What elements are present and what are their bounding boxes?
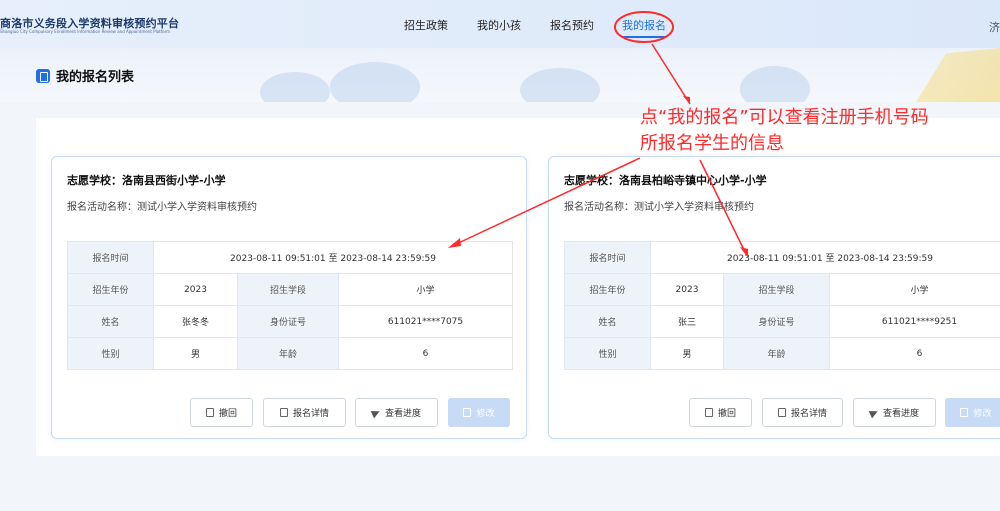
year-value: 2023 xyxy=(153,273,238,306)
detail-label: 报名详情 xyxy=(790,409,827,419)
withdraw-button[interactable]: 撤回 xyxy=(689,398,752,427)
stage-label: 招生学段 xyxy=(723,273,830,306)
card-school: 志愿学校：洛南县柏峪寺镇中心小学-小学 xyxy=(564,172,767,188)
registration-card: 志愿学校：洛南县柏峪寺镇中心小学-小学 报名活动名称：测试小学入学资料审核预约 … xyxy=(548,156,1000,439)
school-prefix: 志愿学校： xyxy=(564,174,619,187)
stage-value: 小学 xyxy=(338,273,513,306)
name-value: 张冬冬 xyxy=(153,305,238,338)
nav-policy[interactable]: 招生政策 xyxy=(404,17,448,33)
annotation-line-2: 所报名学生的信息 xyxy=(640,133,784,154)
site-logo-subtitle: Shangluo City Compulsory Enrollment Info… xyxy=(0,29,171,34)
annotation-line-1: 点“我的报名”可以查看注册手机号码 xyxy=(640,107,929,128)
edit-label: 修改 xyxy=(973,409,992,419)
age-value: 6 xyxy=(338,337,513,370)
detail-button[interactable]: 报名详情 xyxy=(263,398,346,427)
activity-prefix: 报名活动名称： xyxy=(67,202,137,213)
registration-info-table: 报名时间 2023-08-11 09:51:01 至 2023-08-14 23… xyxy=(67,241,513,370)
name-label: 姓名 xyxy=(67,305,154,338)
detail-label: 报名详情 xyxy=(292,409,329,419)
send-icon xyxy=(370,407,382,418)
school-prefix: 志愿学校： xyxy=(67,174,122,187)
name-value: 张三 xyxy=(650,305,724,338)
gender-label: 性别 xyxy=(67,337,154,370)
year-label: 招生年份 xyxy=(67,273,154,306)
stage-value: 小学 xyxy=(829,273,1000,306)
top-header: 商洛市义务段入学资料审核预约平台 Shangluo City Compulsor… xyxy=(0,0,1000,48)
document-icon xyxy=(205,408,214,417)
edit-label: 修改 xyxy=(476,409,495,419)
nav-my-registration[interactable]: 我的报名 xyxy=(622,17,666,38)
withdraw-label: 撤回 xyxy=(218,409,237,419)
progress-label: 查看进度 xyxy=(882,409,919,419)
edit-icon xyxy=(463,408,472,417)
id-label: 身份证号 xyxy=(723,305,830,338)
detail-button[interactable]: 报名详情 xyxy=(762,398,843,427)
time-label: 报名时间 xyxy=(67,241,154,274)
time-value: 2023-08-11 09:51:01 至 2023-08-14 23:59:5… xyxy=(650,241,1000,274)
send-icon xyxy=(868,407,880,418)
age-label: 年龄 xyxy=(723,337,830,370)
activity-name: 测试小学入学资料审核预约 xyxy=(634,202,754,213)
document-icon xyxy=(704,408,713,417)
registration-info-table: 报名时间 2023-08-11 09:51:01 至 2023-08-14 23… xyxy=(564,241,1000,370)
name-label: 姓名 xyxy=(564,305,651,338)
school-name: 洛南县西街小学-小学 xyxy=(122,174,226,187)
id-value: 611021****7075 xyxy=(338,305,513,338)
time-value: 2023-08-11 09:51:01 至 2023-08-14 23:59:5… xyxy=(153,241,513,274)
edit-button[interactable]: 修改 xyxy=(945,398,1000,427)
id-value: 611021****9251 xyxy=(829,305,1000,338)
registration-card: 志愿学校：洛南县西街小学-小学 报名活动名称：测试小学入学资料审核预约 报名时间… xyxy=(51,156,527,439)
edit-button[interactable]: 修改 xyxy=(448,398,510,427)
time-label: 报名时间 xyxy=(564,241,651,274)
nav-appointment[interactable]: 报名预约 xyxy=(550,17,594,33)
annotation-text: 点“我的报名”可以查看注册手机号码 所报名学生的信息 xyxy=(640,105,929,157)
hero-banner xyxy=(0,48,1000,102)
activity-prefix: 报名活动名称： xyxy=(564,202,634,213)
progress-button[interactable]: 查看进度 xyxy=(853,398,936,427)
document-icon xyxy=(279,408,288,417)
gender-value: 男 xyxy=(153,337,238,370)
card-activity: 报名活动名称：测试小学入学资料审核预约 xyxy=(564,198,754,213)
list-icon xyxy=(36,68,50,83)
edit-icon xyxy=(960,408,969,417)
withdraw-button[interactable]: 撤回 xyxy=(190,398,253,427)
card-activity: 报名活动名称：测试小学入学资料审核预约 xyxy=(67,198,257,213)
year-value: 2023 xyxy=(650,273,724,306)
page-title: 我的报名列表 xyxy=(36,66,134,85)
stage-label: 招生学段 xyxy=(237,273,339,306)
age-value: 6 xyxy=(829,337,1000,370)
document-icon xyxy=(777,408,786,417)
page-title-text: 我的报名列表 xyxy=(56,70,135,85)
progress-label: 查看进度 xyxy=(384,409,421,419)
withdraw-label: 撤回 xyxy=(717,409,736,419)
age-label: 年龄 xyxy=(237,337,339,370)
card-school: 志愿学校：洛南县西街小学-小学 xyxy=(67,172,226,188)
nav-my-children[interactable]: 我的小孩 xyxy=(477,17,521,33)
year-label: 招生年份 xyxy=(564,273,651,306)
gender-label: 性别 xyxy=(564,337,651,370)
id-label: 身份证号 xyxy=(237,305,339,338)
gender-value: 男 xyxy=(650,337,724,370)
school-name: 洛南县柏峪寺镇中心小学-小学 xyxy=(619,174,767,187)
user-menu[interactable]: 济 xyxy=(989,19,1000,35)
activity-name: 测试小学入学资料审核预约 xyxy=(137,202,257,213)
progress-button[interactable]: 查看进度 xyxy=(355,398,438,427)
